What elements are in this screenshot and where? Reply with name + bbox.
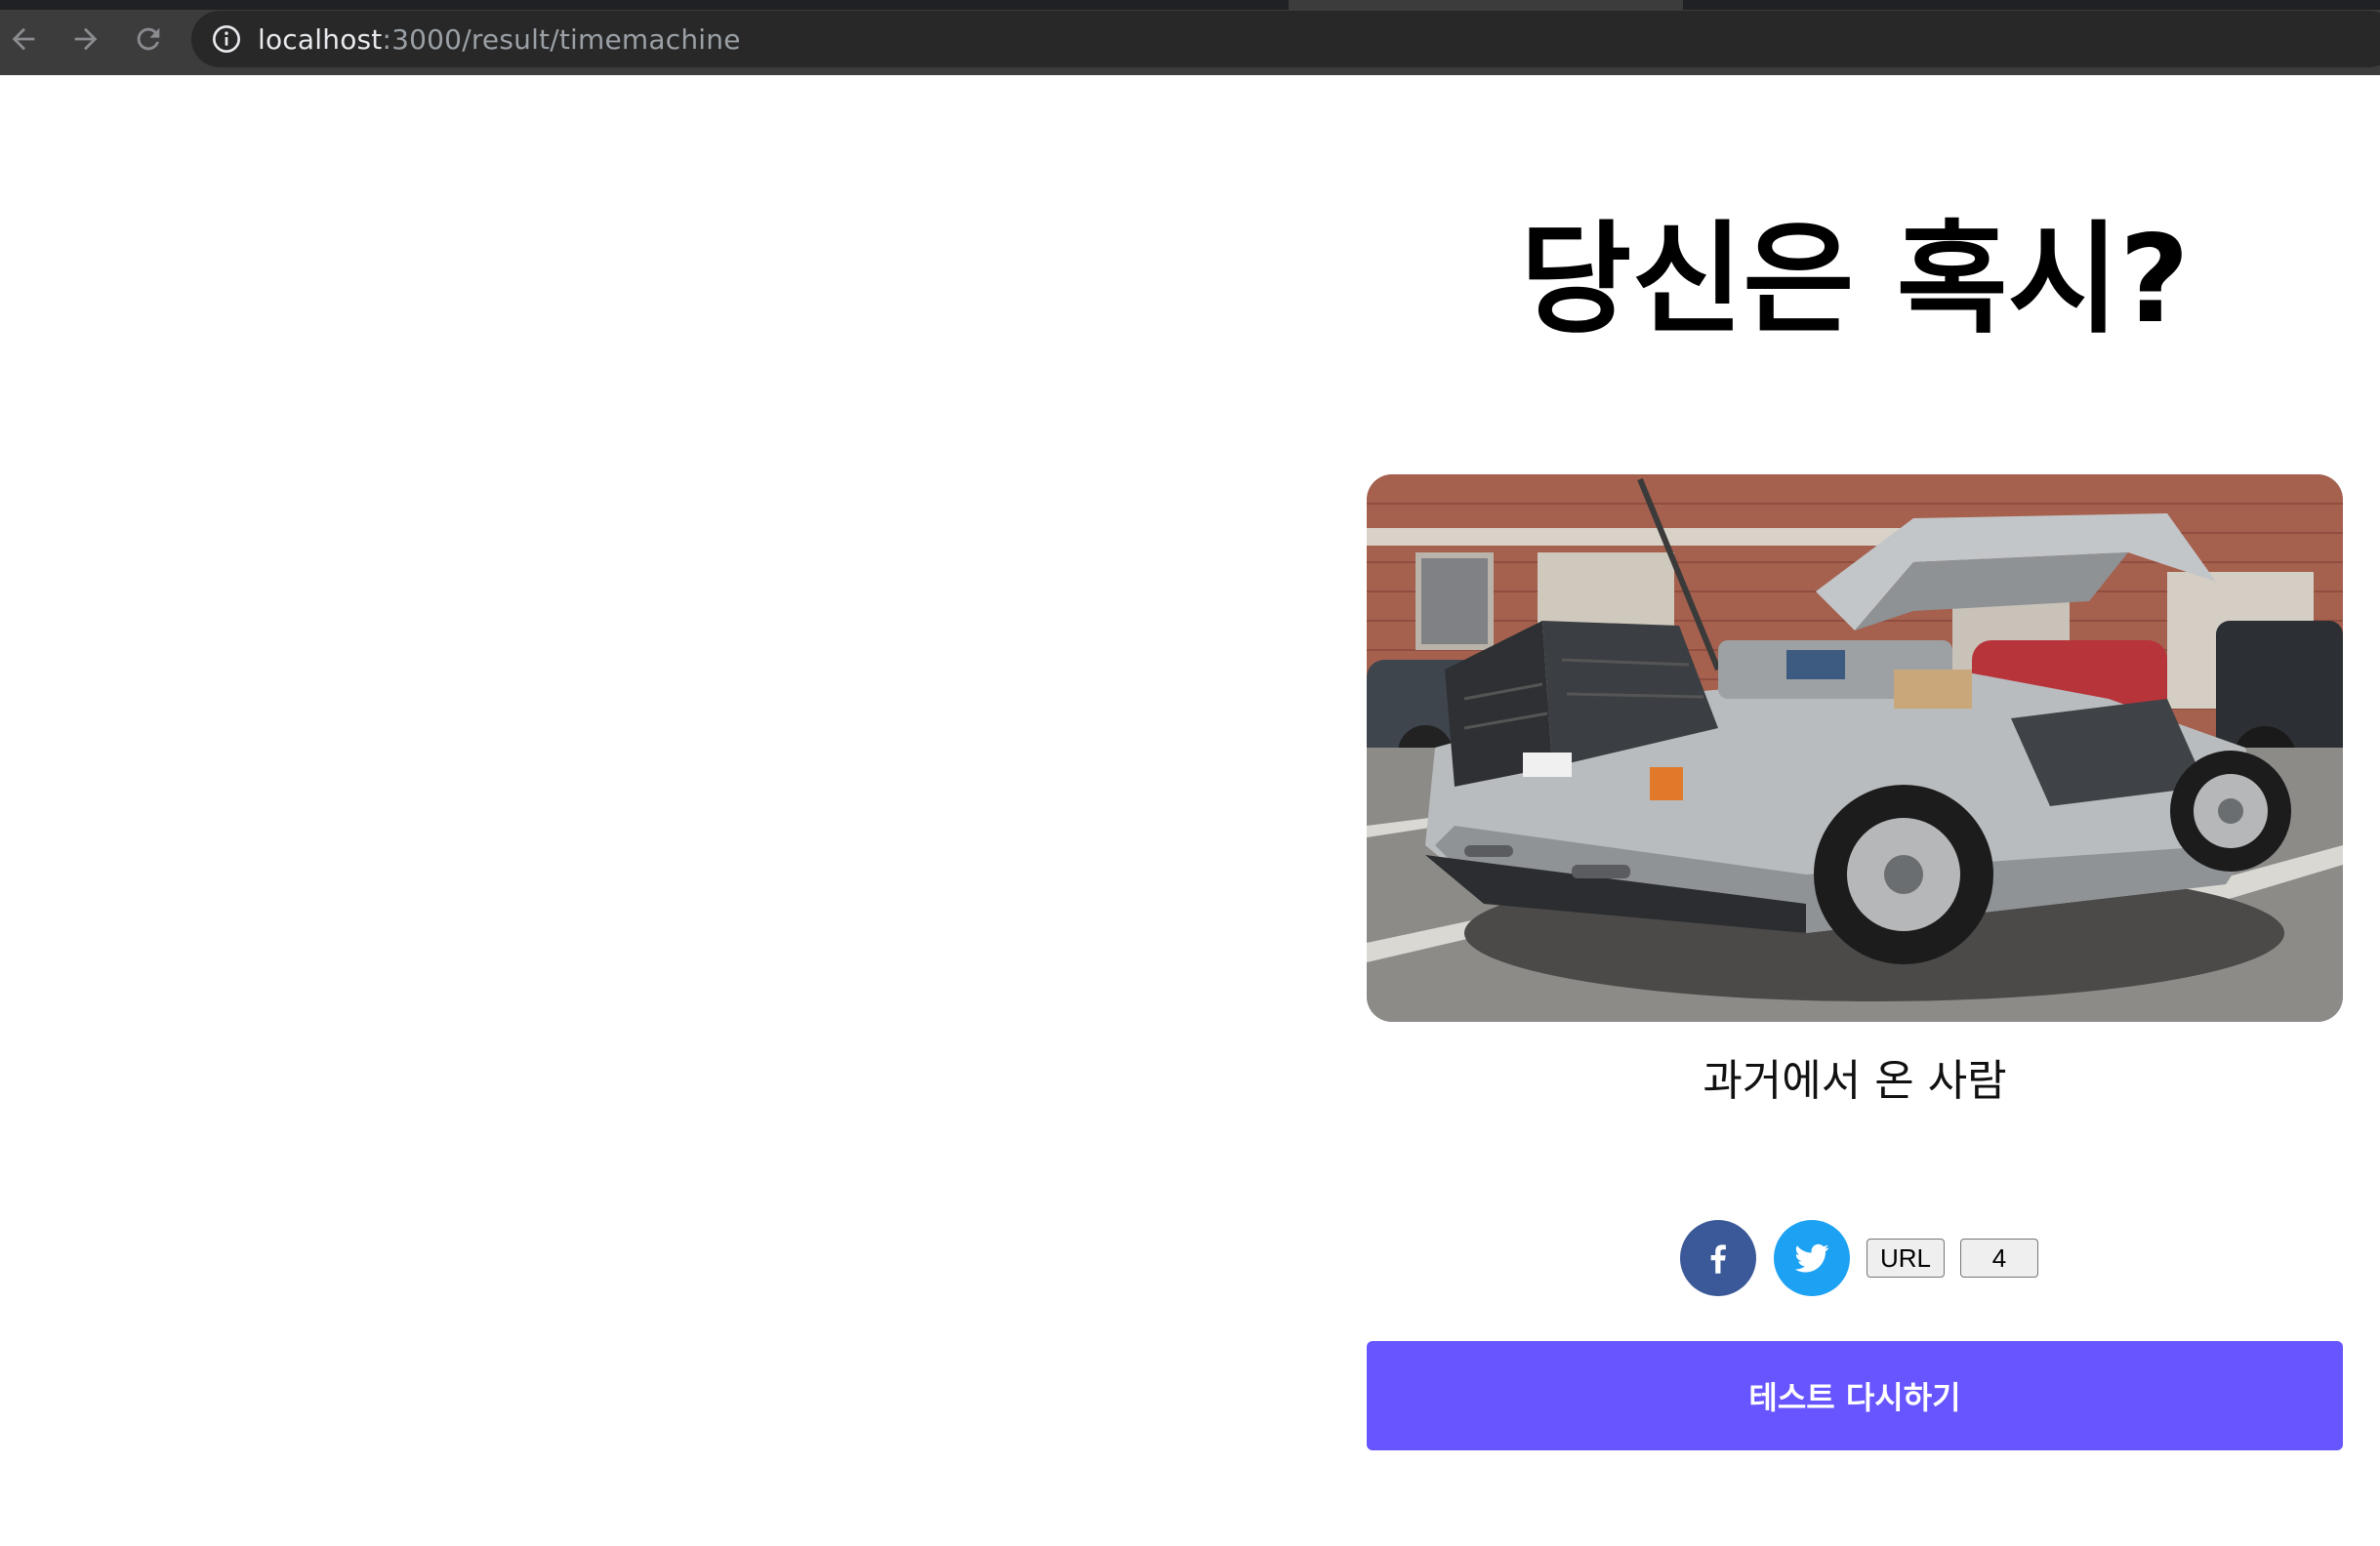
- browser-toolbar: localhost:3000/result/timemachine: [0, 0, 2380, 75]
- active-tab[interactable]: [1289, 0, 1683, 10]
- address-url: localhost:3000/result/timemachine: [258, 23, 741, 56]
- url-copy-button[interactable]: URL: [1867, 1239, 1945, 1278]
- tab-strip: [0, 0, 2380, 10]
- address-bar[interactable]: localhost:3000/result/timemachine: [191, 11, 2380, 67]
- info-icon[interactable]: [211, 23, 242, 55]
- share-count-button[interactable]: 4: [1960, 1239, 2038, 1278]
- url-host: localhost: [258, 22, 383, 56]
- share-buttons: URL 4: [1367, 1219, 2343, 1297]
- result-page: 당신은 혹시? 과거에서 온 사람 URL 4 테스트 다시하기: [1367, 75, 2343, 1546]
- retry-test-button[interactable]: 테스트 다시하기: [1367, 1341, 2343, 1450]
- result-image: [1367, 474, 2343, 1022]
- twitter-icon: [1794, 1243, 1829, 1273]
- reload-button[interactable]: [127, 18, 170, 61]
- reload-icon: [137, 27, 160, 51]
- facebook-icon: [1710, 1244, 1726, 1274]
- result-caption: 과거에서 온 사람: [1703, 1056, 2007, 1106]
- url-path: :3000/result/timemachine: [382, 22, 741, 56]
- back-button[interactable]: [2, 18, 45, 61]
- arrow-right-icon: [74, 27, 98, 51]
- twitter-share-button[interactable]: [1774, 1220, 1850, 1296]
- forward-button[interactable]: [64, 18, 107, 61]
- arrow-left-icon: [12, 27, 35, 51]
- page-title: 당신은 혹시?: [1520, 210, 2190, 350]
- facebook-share-button[interactable]: [1680, 1220, 1756, 1296]
